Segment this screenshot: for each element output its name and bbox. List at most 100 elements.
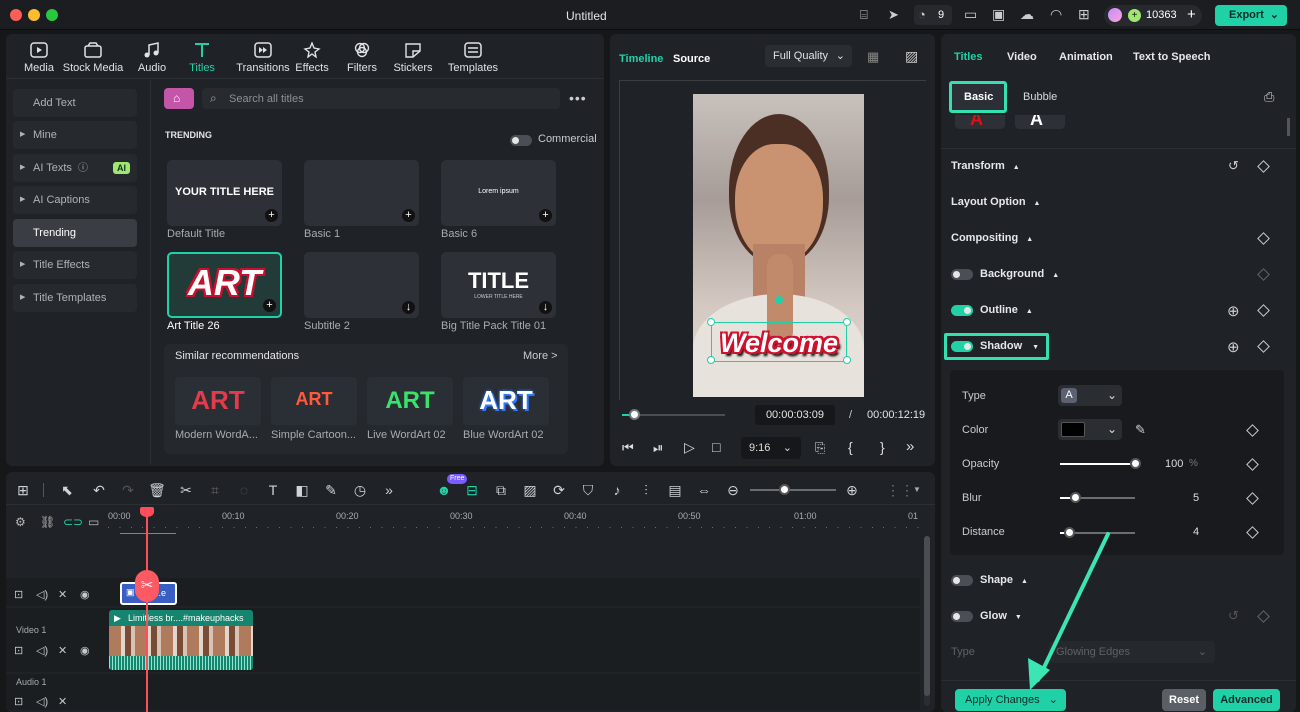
title-card-default[interactable]: YOUR TITLE HERE + [167,160,282,226]
tab-filters[interactable]: Filters [334,42,390,74]
mute-icon[interactable]: ✕ [58,588,67,601]
cloud-icon[interactable]: ☁ [1020,6,1034,23]
gift-icon[interactable]: ⌸ [860,7,868,23]
close-window-button[interactable] [10,9,22,21]
video-clip[interactable]: ▶ Limitless br....#makeuphacks [109,610,253,670]
tab-audio[interactable]: Audio [124,42,180,74]
ai-generate-button[interactable]: ⌂ [164,88,194,109]
mute-icon[interactable]: ✕ [58,695,67,708]
title-card-art-26[interactable]: ART + [167,252,282,318]
grid-menu-icon[interactable]: ⋮⋮ [886,481,914,499]
section-transform[interactable]: Transform ▲ [951,160,1020,172]
eye-icon[interactable]: ◉ [80,644,90,657]
reset-button[interactable]: Reset [1162,689,1206,711]
maximize-window-button[interactable] [46,9,58,21]
fit-icon[interactable]: ⇔ [695,481,713,499]
snapshot-icon[interactable]: ▨ [905,48,918,65]
tab-stock-media[interactable]: Stock Media [57,42,129,74]
timer-icon[interactable]: ◷ [351,481,369,499]
snap-icon[interactable]: ⊟ [463,481,481,499]
shape-tool-icon[interactable]: ◧ [293,481,311,499]
play-icon[interactable]: ▷ [684,439,695,456]
quality-select[interactable]: Full Quality ⌄ [765,45,852,67]
lock-icon[interactable]: ⊡ [14,588,23,601]
tab-titles-props[interactable]: Titles [954,51,983,63]
commercial-toggle[interactable] [510,135,532,146]
shield-icon[interactable]: ⛉ [579,481,597,499]
subtab-bubble[interactable]: Bubble [1023,91,1057,103]
grid-view-icon[interactable]: ▦ [867,49,879,65]
title-card-basic-6[interactable]: Lorem ipsum + [441,160,556,226]
resize-handle[interactable] [707,318,715,326]
add-icon[interactable]: ⊕ [1227,302,1240,320]
opacity-slider[interactable] [1060,458,1141,469]
zoom-out-icon[interactable]: ⊖ [724,481,742,499]
rec-live-wordart[interactable]: ART [367,377,453,425]
eye-icon[interactable]: ◉ [80,588,90,601]
export-button[interactable]: Export ⌄ [1215,5,1287,26]
scrollbar-thumb[interactable] [1287,118,1290,136]
add-icon[interactable]: + [263,299,276,312]
volume-icon[interactable]: ◁) [36,644,48,657]
slider-knob[interactable] [1070,492,1081,503]
resize-handle[interactable] [843,356,851,364]
tab-video[interactable]: Video [1007,51,1037,63]
color-icon[interactable]: ✎ [322,481,340,499]
tab-text-to-speech[interactable]: Text to Speech [1133,51,1210,63]
sidebar-item-mine[interactable]: ▶ Mine [13,121,137,149]
track-list-icon[interactable]: ▭ [88,515,99,529]
blur-slider[interactable] [1060,492,1135,503]
link-icon[interactable]: ⛓ [40,515,55,529]
save-preset-icon[interactable]: ⎙ [1264,89,1274,105]
undo-icon[interactable]: ↶ [90,481,108,499]
volume-icon[interactable]: ◁) [36,695,48,708]
video-preview[interactable]: Welcome [693,94,864,397]
caption-text[interactable]: Welcome [709,328,849,359]
add-icon[interactable]: + [265,209,278,222]
ratio-select[interactable]: 9:16 ⌄ [741,437,801,459]
resize-handle[interactable] [843,318,851,326]
magnet-icon[interactable]: ⊂⊃ [63,515,83,529]
tab-effects[interactable]: Effects [284,42,340,74]
volume-icon[interactable]: ◁) [36,588,48,601]
timeline-vscroll[interactable] [924,536,930,706]
caret-down-icon[interactable]: ▼ [913,485,921,494]
more-tools-icon[interactable]: » [380,481,398,499]
shape-toggle[interactable] [951,575,973,586]
more-controls-icon[interactable]: » [906,438,914,455]
preset-swatch[interactable]: A [1015,115,1065,129]
advanced-button[interactable]: Advanced [1213,689,1280,711]
tab-templates[interactable]: Templates [436,42,510,74]
title-card-subtitle-2[interactable]: ↓ [304,252,419,318]
voiceover-icon[interactable]: ▤ [666,481,684,499]
zoom-slider[interactable] [750,484,836,495]
add-icon[interactable]: ⊕ [1227,338,1240,356]
section-compositing[interactable]: Compositing ▲ [951,232,1033,244]
glow-toggle[interactable] [951,611,973,622]
sidebar-item-title-effects[interactable]: ▶ Title Effects [13,251,137,279]
previous-frame-icon[interactable]: ⏮ [622,440,634,456]
play-slow-icon[interactable]: ⏯ [653,440,663,456]
select-icon[interactable]: ⬉ [58,481,76,499]
download-icon[interactable]: ↓ [539,301,552,314]
zoom-knob[interactable] [779,484,790,495]
download-icon[interactable]: ↓ [402,301,415,314]
split-scissors-icon[interactable]: ✂ [135,570,159,602]
add-icon[interactable]: + [539,209,552,222]
scissors-icon[interactable]: ✂ [177,481,195,499]
rotate-handle[interactable] [775,296,783,304]
reset-icon[interactable]: ↺ [1228,158,1239,174]
section-outline[interactable]: Outline ▲ [980,304,1033,316]
search-input[interactable]: Search all titles [229,93,304,105]
headset-icon[interactable]: ◠ [1050,6,1062,23]
delete-icon[interactable]: 🗑 [148,481,166,499]
section-shadow[interactable]: Shadow ▼ [980,340,1039,352]
background-toggle[interactable] [951,269,973,280]
screen-icon[interactable]: ▭ [964,6,977,23]
lock-icon[interactable]: ⊡ [14,695,23,708]
mark-out-icon[interactable]: } [880,439,885,455]
rec-blue-wordart[interactable]: ART [463,377,549,425]
credits-pill[interactable]: + 10363 + [1104,5,1202,26]
stop-icon[interactable]: □ [712,439,720,455]
section-glow[interactable]: Glow ▼ [980,610,1022,622]
